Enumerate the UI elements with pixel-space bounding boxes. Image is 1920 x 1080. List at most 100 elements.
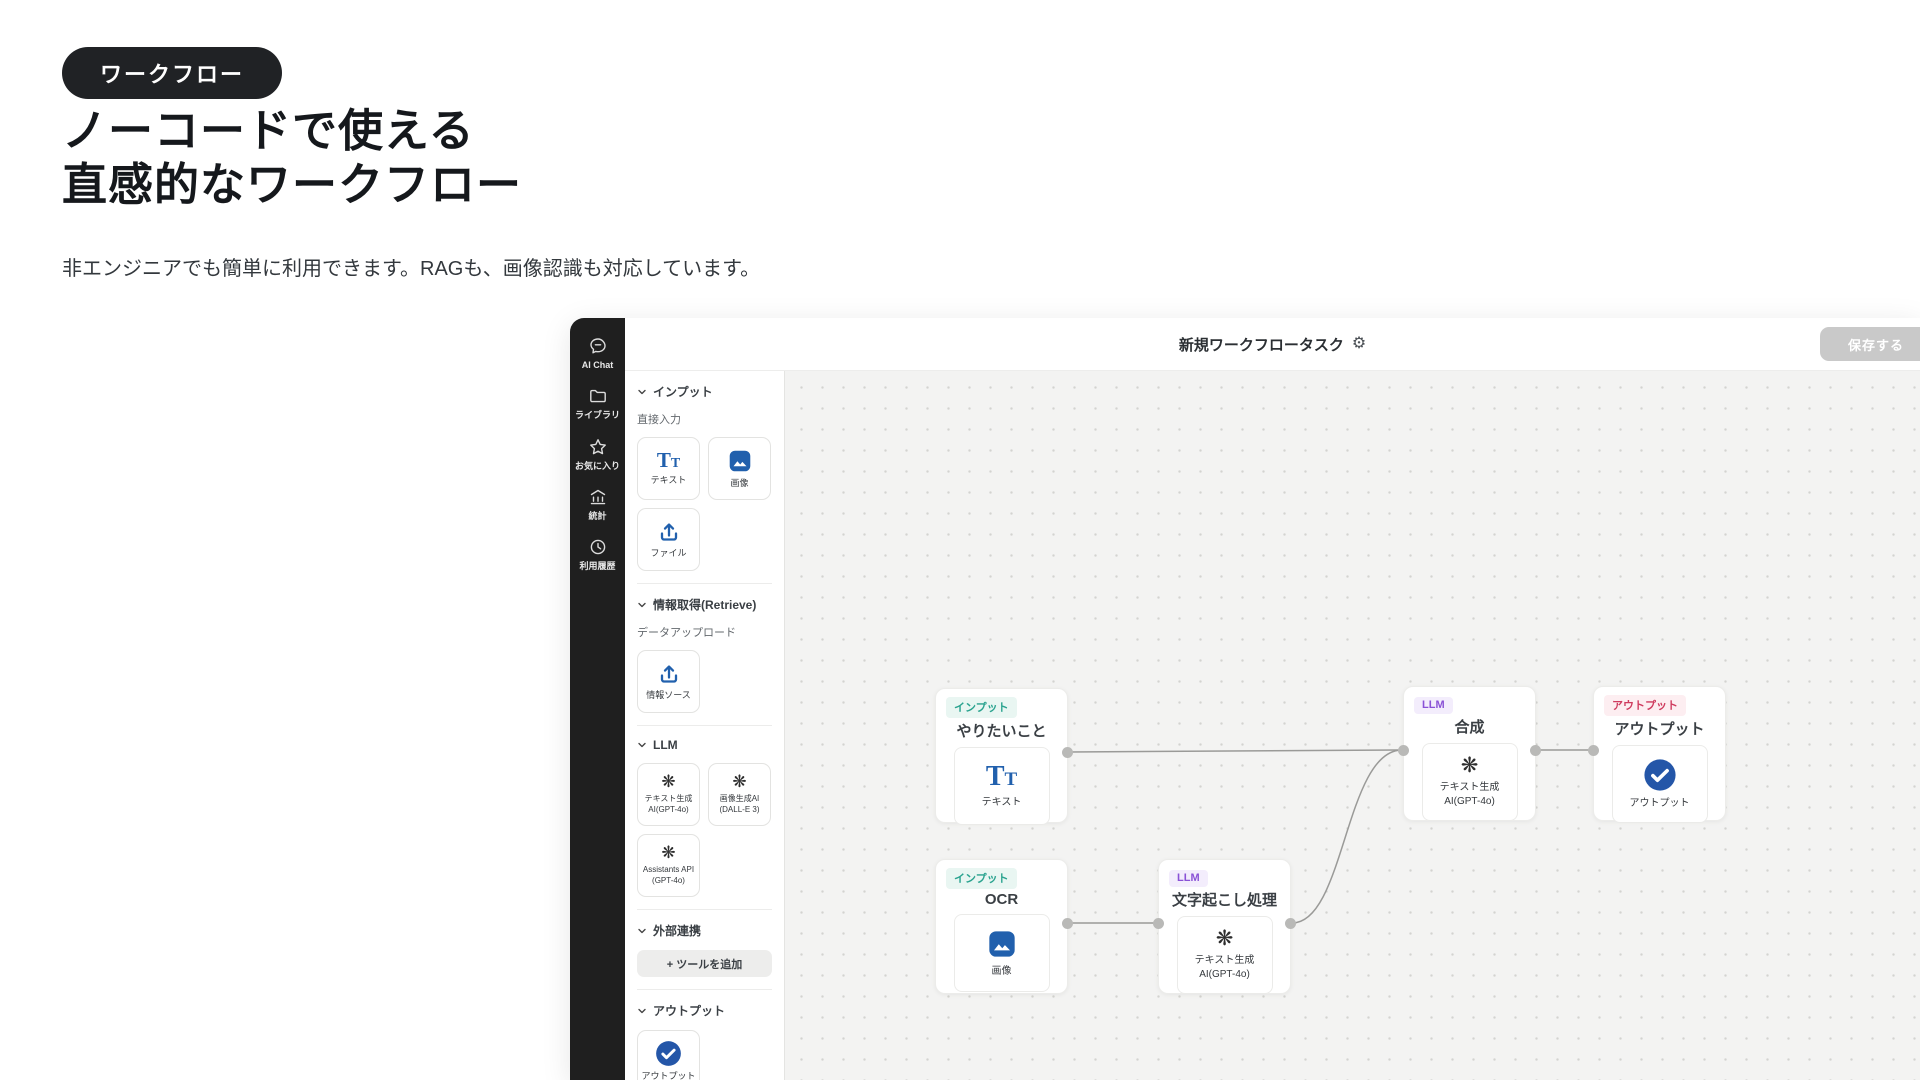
sidebar-item-favorites[interactable]: お気に入り [570, 437, 625, 472]
history-clock-icon [588, 537, 608, 557]
sidebar-item-label: 利用履歴 [574, 561, 622, 572]
node-type-badge: インプット [946, 697, 1017, 718]
openai-icon: ❋ [661, 773, 675, 790]
node-inner-card: ❋ テキスト生成AI(GPT-4o) [1422, 743, 1518, 821]
node-title: 合成 [1412, 716, 1527, 737]
sidebar-item-label: AI Chat [574, 360, 622, 371]
section-label: 外部連携 [653, 922, 701, 939]
connection-handle-left[interactable] [1588, 745, 1599, 756]
section-sublabel: 直接入力 [637, 411, 772, 427]
chevron-down-icon [637, 600, 647, 610]
palette-section-header-retrieve[interactable]: 情報取得(Retrieve) [637, 596, 772, 613]
star-icon [588, 437, 608, 457]
node-gosei[interactable]: LLM 合成 ❋ テキスト生成AI(GPT-4o) [1403, 686, 1536, 821]
section-sublabel: データアップロード [637, 624, 772, 640]
palette-card-output[interactable]: アウトプット [637, 1030, 700, 1080]
page-title-line1: ノーコードで使える [62, 105, 475, 156]
sidebar-item-label: お気に入り [574, 461, 622, 472]
palette-section-header-external[interactable]: 外部連携 [637, 922, 772, 939]
palette-section-header-output[interactable]: アウトプット [637, 1002, 772, 1019]
node-title: 文字起こし処理 [1167, 889, 1282, 910]
node-inner-card: 画像 [954, 914, 1050, 992]
page-title-line2: 直感的なワークフロー [62, 159, 522, 210]
app-main: 新規ワークフロータスク ⚙ 保存する インプット 直接入力 TT テキスト [625, 318, 1920, 1080]
palette-section-header-llm[interactable]: LLM [637, 738, 772, 752]
palette-card-datasource[interactable]: 情報ソース [637, 650, 700, 713]
node-type-badge: LLM [1169, 870, 1208, 887]
edge-yaritaikoto-to-gosei [1069, 750, 1402, 752]
chevron-down-icon [637, 740, 647, 750]
node-type-badge: インプット [946, 868, 1017, 889]
node-output[interactable]: アウトプット アウトプット アウトプット [1593, 686, 1726, 821]
node-inner-card: ❋ テキスト生成AI(GPT-4o) [1177, 916, 1273, 994]
palette-section-header-input[interactable]: インプット [637, 383, 772, 400]
app-content: インプット 直接入力 TT テキスト 画像 [625, 370, 1920, 1080]
node-title: やりたいこと [944, 720, 1059, 741]
sidebar-item-label: ライブラリ [574, 410, 622, 421]
section-label: インプット [653, 383, 713, 400]
gear-icon[interactable]: ⚙ [1352, 336, 1366, 352]
connection-handle-right[interactable] [1285, 918, 1296, 929]
check-icon [1643, 758, 1677, 792]
connection-handle-left[interactable] [1398, 745, 1409, 756]
palette-section-output: アウトプット アウトプット [637, 989, 772, 1080]
palette-card-image-gen[interactable]: ❋ 画像生成AI(DALL-E 3) [708, 763, 771, 826]
upload-icon [657, 662, 681, 686]
connection-handle-right[interactable] [1530, 745, 1541, 756]
text-icon: TT [986, 763, 1017, 791]
workflow-badge: ワークフロー [62, 47, 282, 99]
openai-icon: ❋ [1461, 755, 1479, 776]
section-label: LLM [653, 738, 678, 752]
node-type-badge: LLM [1414, 697, 1453, 714]
page-subtitle: 非エンジニアでも簡単に利用できます。RAGも、画像認識も対応しています。 [62, 252, 760, 281]
node-yaritaikoto[interactable]: インプット やりたいこと TT テキスト [935, 688, 1068, 823]
palette-section-retrieve: 情報取得(Retrieve) データアップロード 情報ソース [637, 583, 772, 713]
node-inner-card: アウトプット [1612, 745, 1708, 823]
openai-icon: ❋ [661, 844, 675, 861]
node-mojiokoshi[interactable]: LLM 文字起こし処理 ❋ テキスト生成AI(GPT-4o) [1158, 859, 1291, 994]
node-ocr[interactable]: インプット OCR 画像 [935, 859, 1068, 994]
save-button[interactable]: 保存する [1820, 327, 1920, 361]
image-icon [727, 448, 753, 474]
sidebar-item-stats[interactable]: 統計 [570, 487, 625, 522]
workflow-task-title: 新規ワークフロータスク [1179, 334, 1344, 355]
text-icon: TT [657, 450, 680, 471]
page-title: ノーコードで使える直感的なワークフロー [62, 104, 522, 212]
add-tool-button[interactable]: + ツールを追加 [637, 950, 772, 977]
node-title: OCR [944, 891, 1059, 908]
node-title: アウトプット [1602, 718, 1717, 739]
folder-icon [588, 386, 608, 406]
node-type-badge: アウトプット [1604, 695, 1686, 716]
chevron-down-icon [637, 1006, 647, 1016]
palette-card-text-gen[interactable]: ❋ テキスト生成AI(GPT-4o) [637, 763, 700, 826]
app-sidebar: AI Chat ライブラリ お気に入り 統計 利用履歴 [570, 318, 625, 1080]
workflow-app-window: AI Chat ライブラリ お気に入り 統計 利用履歴 新規ワークフロータスク … [570, 318, 1920, 1080]
section-label: 情報取得(Retrieve) [653, 596, 756, 613]
palette-card-text[interactable]: TT テキスト [637, 437, 700, 500]
node-inner-card: TT テキスト [954, 747, 1050, 825]
workflow-canvas[interactable]: インプット やりたいこと TT テキスト インプット OCR 画像 [785, 371, 1920, 1080]
check-icon [655, 1040, 682, 1067]
connection-handle-right[interactable] [1062, 747, 1073, 758]
palette-section-llm: LLM ❋ テキスト生成AI(GPT-4o) ❋ 画像生成AI(DALL-E 3… [637, 725, 772, 897]
palette-card-image[interactable]: 画像 [708, 437, 771, 500]
chevron-down-icon [637, 926, 647, 936]
image-icon [986, 928, 1018, 960]
section-label: アウトプット [653, 1002, 725, 1019]
palette-card-file[interactable]: ファイル [637, 508, 700, 571]
connection-handle-right[interactable] [1062, 918, 1073, 929]
sidebar-item-library[interactable]: ライブラリ [570, 386, 625, 421]
sidebar-item-ai-chat[interactable]: AI Chat [570, 336, 625, 371]
edge-mojiokoshi-to-gosei [1292, 750, 1402, 923]
palette-section-input: インプット 直接入力 TT テキスト 画像 [637, 383, 772, 571]
stats-bank-icon [588, 487, 608, 507]
openai-icon: ❋ [732, 773, 746, 790]
openai-icon: ❋ [1216, 928, 1234, 949]
sidebar-item-history[interactable]: 利用履歴 [570, 537, 625, 572]
chevron-down-icon [637, 387, 647, 397]
palette-card-assistants-api[interactable]: ❋ Assistants API(GPT-4o) [637, 834, 700, 897]
connection-handle-left[interactable] [1153, 918, 1164, 929]
palette-section-external: 外部連携 + ツールを追加 [637, 909, 772, 977]
sidebar-item-label: 統計 [574, 511, 622, 522]
upload-icon [657, 520, 681, 544]
